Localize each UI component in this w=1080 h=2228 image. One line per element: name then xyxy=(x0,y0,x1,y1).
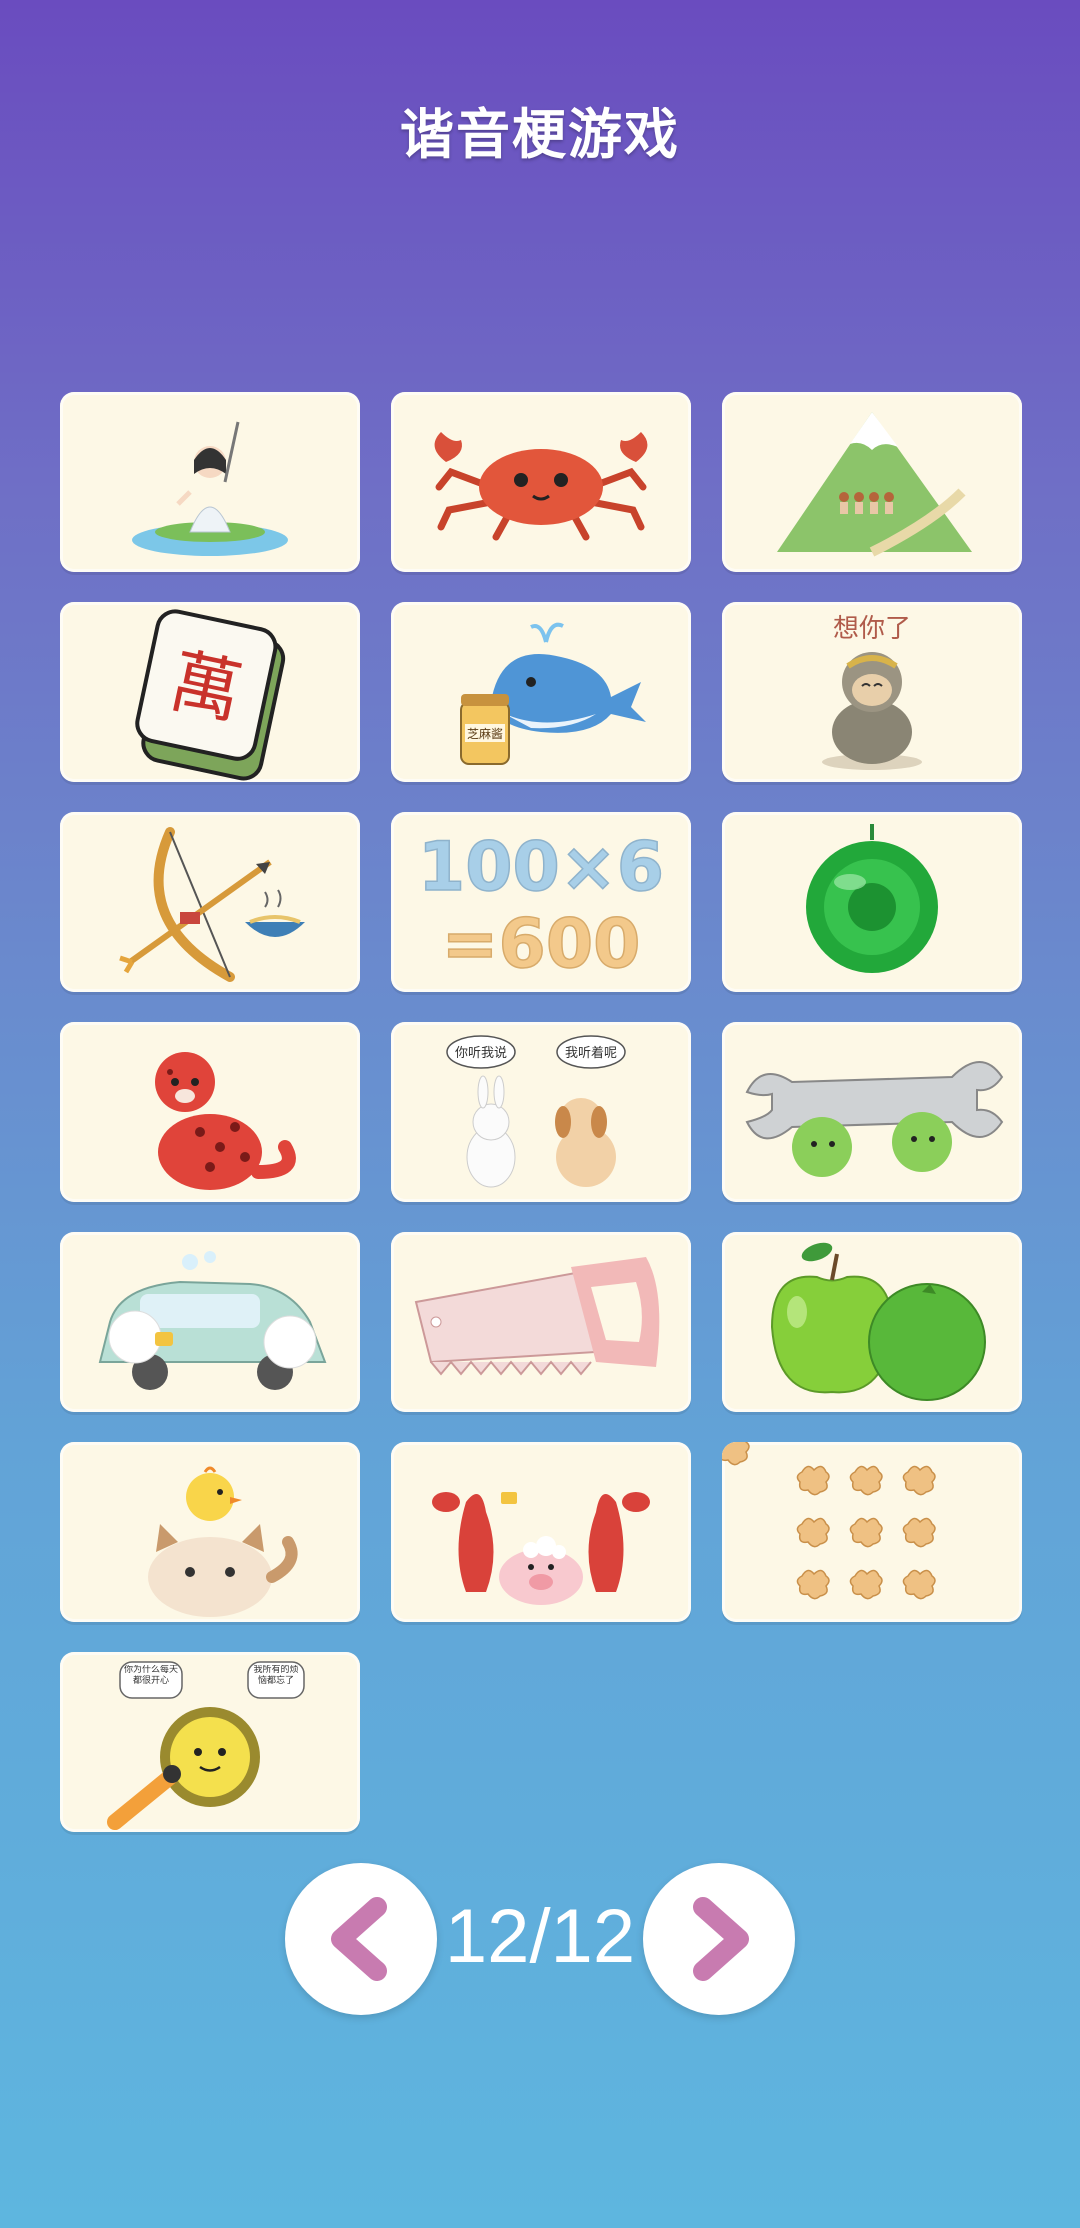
green-apple-and-orange-icon xyxy=(770,1242,986,1401)
page-indicator: 12/12 xyxy=(444,1894,636,1979)
math-equation-icon: 100×6 =600 xyxy=(417,827,665,985)
lobster-pig-card[interactable] xyxy=(391,1442,691,1622)
next-page-button[interactable] xyxy=(643,1863,795,2015)
green-gong-icon xyxy=(806,824,938,973)
saw-icon xyxy=(414,1257,660,1376)
leopard-card[interactable] xyxy=(60,1022,360,1202)
chevron-right-icon xyxy=(693,1897,749,1981)
monkey-statue-icon: 想你了 xyxy=(822,614,922,770)
page-title: 谐音梗游戏 xyxy=(400,105,680,165)
whale-card[interactable]: 芝麻酱 xyxy=(391,602,691,782)
durian-speech: 我所有的烦恼都忘了 xyxy=(253,1665,299,1686)
pagination: 12/12 xyxy=(0,1863,1080,2015)
mahjong-tile-icon: 萬 xyxy=(135,609,286,781)
apple-card[interactable] xyxy=(722,1232,1022,1412)
gong-card[interactable] xyxy=(722,812,1022,992)
monkey-card[interactable]: 想你了 xyxy=(722,602,1022,782)
bow-arrow-noodles-icon xyxy=(119,827,305,982)
red-leopard-icon xyxy=(155,1052,296,1190)
crab-icon xyxy=(434,432,648,541)
previous-page-button[interactable] xyxy=(285,1863,437,2015)
swordswoman-card[interactable] xyxy=(60,392,360,572)
chevron-left-icon xyxy=(331,1897,387,1981)
sheep-washing-car-icon xyxy=(98,1251,327,1390)
lobsters-washing-pig-icon xyxy=(432,1492,650,1605)
chick-on-cat-icon xyxy=(148,1466,298,1617)
dog-speech: 我听着呢 xyxy=(565,1045,617,1061)
monkey-caption: 想你了 xyxy=(833,614,911,644)
saw-card[interactable] xyxy=(391,1232,691,1412)
mahjong-card[interactable]: 萬 xyxy=(60,602,360,782)
rabbit-speech: 你听我说 xyxy=(455,1046,507,1061)
mountain-with-people-icon xyxy=(777,412,972,557)
equation-line-2: =600 xyxy=(442,905,641,984)
ginger-card[interactable] xyxy=(722,1442,1022,1622)
mountain-card[interactable] xyxy=(722,392,1022,572)
nine-ginger-icon xyxy=(722,1442,936,1600)
equation-line-1: 100×6 xyxy=(418,828,664,907)
math-card[interactable]: 100×6 =600 xyxy=(391,812,691,992)
durian-interview-icon: 你为什么每天都很开心 我所有的烦恼都忘了 xyxy=(107,1661,305,1830)
bow-noodles-card[interactable] xyxy=(60,812,360,992)
rabbit-dog-card[interactable]: 你听我说 我听着呢 xyxy=(391,1022,691,1202)
reporter-speech: 你为什么每天都很开心 xyxy=(123,1665,178,1686)
card-grid: 萬 芝麻酱 想你了 100×6 =600 你听我说 我听着呢 你为什么每天都很开… xyxy=(60,392,1022,1832)
whale-with-sesame-jar-icon: 芝麻酱 xyxy=(460,622,646,765)
rabbit-and-dog-icon: 你听我说 我听着呢 xyxy=(446,1035,626,1188)
durian-card[interactable]: 你为什么每天都很开心 我所有的烦恼都忘了 xyxy=(60,1652,360,1832)
wrench-with-moss-balls-icon xyxy=(745,1061,1004,1177)
swordswoman-by-lake-icon xyxy=(132,421,288,556)
wrench-card[interactable] xyxy=(722,1022,1022,1202)
sheep-car-card[interactable] xyxy=(60,1232,360,1412)
chick-cat-card[interactable] xyxy=(60,1442,360,1622)
crab-card[interactable] xyxy=(391,392,691,572)
jar-label: 芝麻酱 xyxy=(467,726,503,741)
